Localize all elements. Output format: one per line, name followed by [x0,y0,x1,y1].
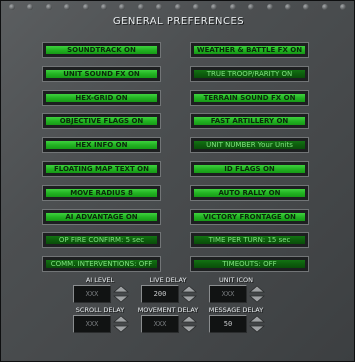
ai-level-decrement-button[interactable] [113,295,129,303]
triangle-up-icon [113,285,129,293]
comm-interventions-off-toggle-button[interactable]: COMM. INTERVENTIONS: OFF [42,256,161,272]
triangle-down-icon [181,325,197,333]
rivet-icon [193,4,199,10]
live-delay-increment-button[interactable] [181,285,197,293]
rivet-icon [303,4,310,10]
unit-icon-label: UNIT ICON [218,276,253,284]
triangle-down-icon [249,295,265,303]
objective-flags-on-toggle-button[interactable]: OBJECTIVE FLAGS ON [42,113,161,129]
triangle-up-icon [249,285,265,293]
ai-level-value-display: XXX [73,285,111,303]
floating-map-text-on-toggle-button[interactable]: FLOATING MAP TEXT ON [42,161,161,177]
message-delay-value-display: 50 [209,315,247,333]
triangle-down-icon [113,325,129,333]
rivet-icon [266,4,273,10]
unit-icon-decrement-button[interactable] [249,295,265,303]
scroll-delay-decrement-button[interactable] [113,325,129,333]
triangle-up-icon [113,315,129,323]
rivet-icon [27,4,34,10]
rivet-icon [119,4,126,10]
rivet-icon [321,4,328,10]
preferences-panel: GENERAL PREFERENCES SOUNDTRACK ON UNIT SO… [0,0,355,362]
op-fire-confirm-5-sec-toggle-button[interactable]: OP FIRE CONFIRM: 5 sec [42,232,161,248]
movement-delay-increment-button[interactable] [181,315,197,323]
ai-level-label: AI LEVEL [85,276,115,284]
rivet-icon [156,4,163,10]
scroll-delay-increment-button[interactable] [113,315,129,323]
panel-title: GENERAL PREFERENCES [112,16,245,27]
rivet-icon [285,4,291,10]
scroll-delay-label: SCROLL DELAY [75,306,125,314]
unit-number-your-units-toggle-button[interactable]: UNIT NUMBER Your Units [190,137,309,153]
triangle-up-icon [249,315,265,323]
ai-advantage-on-toggle-button[interactable]: AI ADVANTAGE ON [42,209,161,225]
scroll-delay-value-display: XXX [73,315,111,333]
live-delay-label: LIVE DELAY [149,276,187,284]
rivet-icon [101,4,107,10]
rivet-icon [45,4,52,10]
message-delay-increment-button[interactable] [249,315,265,323]
rivet-icon [211,4,218,10]
rivet-icon [340,4,347,10]
ai-level-increment-button[interactable] [113,285,129,293]
triangle-up-icon [181,285,197,293]
terrain-sound-fx-on-toggle-button[interactable]: TERRAIN SOUND FX ON [190,90,309,106]
soundtrack-on-toggle-button[interactable]: SOUNDTRACK ON [42,42,161,58]
triangle-down-icon [249,325,265,333]
movement-delay-label: MOVEMENT DELAY [137,306,199,314]
message-delay-decrement-button[interactable] [249,325,265,333]
hex-grid-on-toggle-button[interactable]: HEX-GRID ON [42,90,161,106]
hex-info-on-toggle-button[interactable]: HEX INFO ON [42,137,161,153]
id-flags-on-toggle-button[interactable]: ID FLAGS ON [190,161,309,177]
auto-rally-on-toggle-button[interactable]: AUTO RALLY ON [190,185,309,201]
timeouts-off-toggle-button[interactable]: TIMEOUTS: OFF [190,256,309,272]
weather-battle-fx-on-toggle-button[interactable]: WEATHER & BATTLE FX ON [190,42,309,58]
live-delay-value-display: 200 [141,285,179,303]
rivet-icon [64,4,71,10]
movement-delay-value-display: XXX [141,315,179,333]
victory-frontage-on-toggle-button[interactable]: VICTORY FRONTAGE ON [190,209,309,225]
unit-icon-value-display: XXX [209,285,247,303]
movement-delay-decrement-button[interactable] [181,325,197,333]
rivet-icon [229,4,236,10]
rivet-icon [174,4,181,10]
rivet-icon [82,4,89,10]
rivet-icon [137,4,144,10]
fast-artillery-on-toggle-button[interactable]: FAST ARTILLERY ON [190,113,309,129]
live-delay-decrement-button[interactable] [181,295,197,303]
triangle-up-icon [181,315,197,323]
move-radius-8-toggle-button[interactable]: MOVE RADIUS 8 [42,185,161,201]
triangle-down-icon [113,295,129,303]
rivet-strip [1,1,355,13]
unit-icon-increment-button[interactable] [249,285,265,293]
unit-sound-fx-on-toggle-button[interactable]: UNIT SOUND FX ON [42,66,161,82]
message-delay-label: MESSAGE DELAY [208,306,264,314]
triangle-down-icon [181,295,197,303]
true-troop-rarity-on-toggle-button[interactable]: TRUE TROOP/RARITY ON [190,66,309,82]
time-per-turn-15-sec-toggle-button[interactable]: TIME PER TURN: 15 sec [190,232,309,248]
rivet-icon [9,4,15,10]
rivet-icon [248,4,255,10]
